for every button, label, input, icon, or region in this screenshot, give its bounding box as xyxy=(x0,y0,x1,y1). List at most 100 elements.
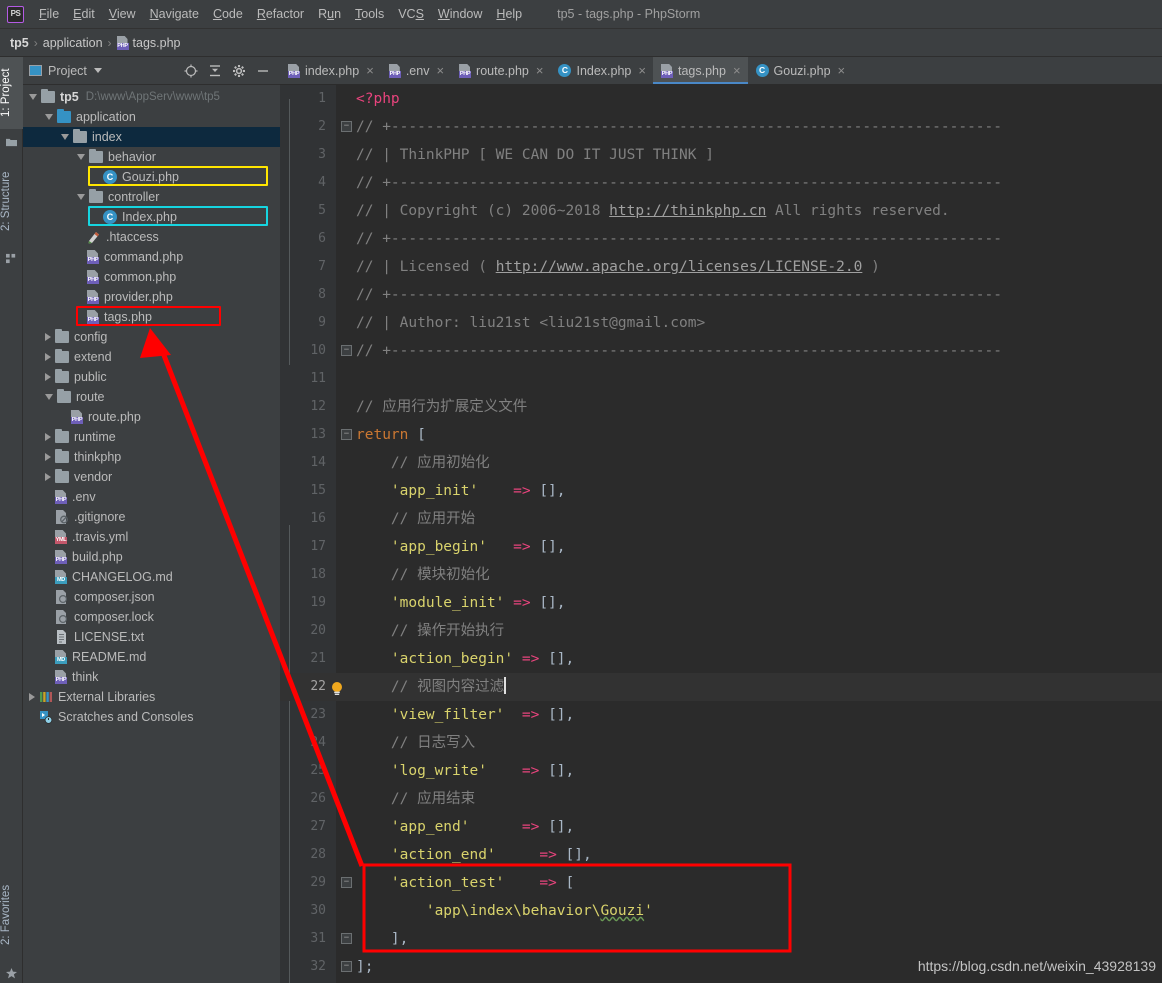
tree-item-index[interactable]: index xyxy=(23,127,280,147)
tree-item-travis-yml[interactable]: YML .travis.yml xyxy=(23,527,280,547)
code-line-29[interactable]: 29 − 'action_test' => [ xyxy=(280,869,1162,897)
tree-twisty-open-icon[interactable] xyxy=(77,194,85,200)
fold-toggle-open-icon[interactable]: − xyxy=(341,877,352,888)
tree-item-htaccess[interactable]: .htaccess xyxy=(23,227,280,247)
tree-item-provider-php[interactable]: PHP provider.php xyxy=(23,287,280,307)
code-line-2[interactable]: 2 −// +----------------------------------… xyxy=(280,113,1162,141)
menu-item-file[interactable]: File xyxy=(32,4,66,24)
tree-item-license-txt[interactable]: LICENSE.txt xyxy=(23,627,280,647)
tree-twisty-open-icon[interactable] xyxy=(61,134,69,140)
code-line-26[interactable]: 26 // 应用结束 xyxy=(280,785,1162,813)
code-line-1[interactable]: 1 <?php xyxy=(280,85,1162,113)
code-line-6[interactable]: 6 // +-----------------------------------… xyxy=(280,225,1162,253)
tree-item-runtime[interactable]: runtime xyxy=(23,427,280,447)
code-line-25[interactable]: 25 'log_write' => [], xyxy=(280,757,1162,785)
tree-twisty-closed-icon[interactable] xyxy=(45,433,51,441)
editor-tab-route-php[interactable]: PHP route.php × xyxy=(451,57,550,84)
tree-item-gitignore[interactable]: .gitignore xyxy=(23,507,280,527)
tree-twisty-open-icon[interactable] xyxy=(77,154,85,160)
tree-item-vendor[interactable]: vendor xyxy=(23,467,280,487)
editor-tab-gouzi-php[interactable]: C Gouzi.php × xyxy=(748,57,853,84)
tree-item-config[interactable]: config xyxy=(23,327,280,347)
tree-item-controller[interactable]: controller xyxy=(23,187,280,207)
code-line-27[interactable]: 27 'app_end' => [], xyxy=(280,813,1162,841)
menu-item-run[interactable]: Run xyxy=(311,4,348,24)
code-editor[interactable]: 1 <?php 2−// +----------------------------… xyxy=(280,85,1162,983)
tree-item-tp5[interactable]: tp5 D:\www\AppServ\www\tp5 xyxy=(23,87,280,107)
fold-toggle-open-icon[interactable]: − xyxy=(341,121,352,132)
code-line-23[interactable]: 23 'view_filter' => [], xyxy=(280,701,1162,729)
editor-tab-index-php[interactable]: C Index.php × xyxy=(550,57,653,84)
gear-icon[interactable] xyxy=(232,64,246,78)
tree-twisty-closed-icon[interactable] xyxy=(45,353,51,361)
close-icon[interactable]: × xyxy=(536,64,544,77)
tree-item-composer-lock[interactable]: composer.lock xyxy=(23,607,280,627)
code-line-15[interactable]: 15 'app_init' => [], xyxy=(280,477,1162,505)
menu-item-navigate[interactable]: Navigate xyxy=(143,4,206,24)
tree-item-composer-json[interactable]: composer.json xyxy=(23,587,280,607)
code-line-11[interactable]: 11 xyxy=(280,365,1162,393)
code-line-3[interactable]: 3 // | ThinkPHP [ WE CAN DO IT JUST THINK… xyxy=(280,141,1162,169)
tree-item-tags-php[interactable]: PHP tags.php xyxy=(23,307,280,327)
tree-item-changelog-md[interactable]: MD CHANGELOG.md xyxy=(23,567,280,587)
close-icon[interactable]: × xyxy=(733,64,741,77)
menu-item-help[interactable]: Help xyxy=(489,4,529,24)
tree-item-scratches-and-consoles[interactable]: Scratches and Consoles xyxy=(23,707,280,727)
code-line-4[interactable]: 4 // +-----------------------------------… xyxy=(280,169,1162,197)
code-line-12[interactable]: 12 // 应用行为扩展定义文件 xyxy=(280,393,1162,421)
tree-item-command-php[interactable]: PHP command.php xyxy=(23,247,280,267)
tree-item-behavior[interactable]: behavior xyxy=(23,147,280,167)
tree-item-route-php[interactable]: PHP route.php xyxy=(23,407,280,427)
code-line-20[interactable]: 20 // 操作开始执行 xyxy=(280,617,1162,645)
code-line-5[interactable]: 5 // | Copyright (c) 2006~2018 http://thi… xyxy=(280,197,1162,225)
tree-item-public[interactable]: public xyxy=(23,367,280,387)
menu-item-view[interactable]: View xyxy=(102,4,143,24)
fold-toggle-close-icon[interactable]: − xyxy=(341,961,352,972)
tool-tab-structure[interactable]: 2: Structure xyxy=(0,157,23,245)
code-line-21[interactable]: 21 'action_begin' => [], xyxy=(280,645,1162,673)
tree-twisty-closed-icon[interactable] xyxy=(29,693,35,701)
fold-toggle-close-icon[interactable]: − xyxy=(341,933,352,944)
close-icon[interactable]: × xyxy=(436,64,444,77)
editor-tab-index-php[interactable]: PHP index.php × xyxy=(280,57,381,84)
tree-item-route[interactable]: route xyxy=(23,387,280,407)
editor-tab-bar[interactable]: PHP index.php × PHP .env × PHP route.php × C Index… xyxy=(280,57,1162,85)
tree-twisty-closed-icon[interactable] xyxy=(45,473,51,481)
fold-toggle-open-icon[interactable]: − xyxy=(341,429,352,440)
breadcrumb-item-file[interactable]: tags.php xyxy=(133,36,181,50)
menu-item-edit[interactable]: Edit xyxy=(66,4,102,24)
code-line-19[interactable]: 19 'module_init' => [], xyxy=(280,589,1162,617)
tree-item-think[interactable]: PHP think xyxy=(23,667,280,687)
code-line-14[interactable]: 14 // 应用初始化 xyxy=(280,449,1162,477)
tree-item-env[interactable]: PHP .env xyxy=(23,487,280,507)
code-line-31[interactable]: 31 − ], xyxy=(280,925,1162,953)
menu-item-window[interactable]: Window xyxy=(431,4,489,24)
tree-twisty-closed-icon[interactable] xyxy=(45,373,51,381)
fold-toggle-close-icon[interactable]: − xyxy=(341,345,352,356)
locate-icon[interactable] xyxy=(184,64,198,78)
close-icon[interactable]: × xyxy=(838,64,846,77)
code-line-10[interactable]: 10 −// +---------------------------------… xyxy=(280,337,1162,365)
code-line-28[interactable]: 28 'action_end' => [], xyxy=(280,841,1162,869)
tree-item-extend[interactable]: extend xyxy=(23,347,280,367)
code-line-13[interactable]: 13 − return [ xyxy=(280,421,1162,449)
tree-item-application[interactable]: application xyxy=(23,107,280,127)
tree-twisty-open-icon[interactable] xyxy=(45,114,53,120)
code-line-17[interactable]: 17 'app_begin' => [], xyxy=(280,533,1162,561)
project-tree[interactable]: tp5 D:\www\AppServ\www\tp5 application inde… xyxy=(23,85,280,983)
menu-item-code[interactable]: Code xyxy=(206,4,250,24)
code-line-22[interactable]: 22 // 视图内容过滤 xyxy=(280,673,1162,701)
code-line-24[interactable]: 24 // 日志写入 xyxy=(280,729,1162,757)
tree-item-external-libraries[interactable]: External Libraries xyxy=(23,687,280,707)
breadcrumb-item-application[interactable]: application xyxy=(43,36,103,50)
tree-item-gouzi-php[interactable]: C Gouzi.php xyxy=(23,167,280,187)
menu-item-tools[interactable]: Tools xyxy=(348,4,391,24)
code-line-16[interactable]: 16 // 应用开始 xyxy=(280,505,1162,533)
code-line-9[interactable]: 9 // | Author: liu21st <liu21st@gmail.com… xyxy=(280,309,1162,337)
menu-item-refactor[interactable]: Refactor xyxy=(250,4,311,24)
breadcrumb-item-project[interactable]: tp5 xyxy=(10,36,29,50)
code-line-30[interactable]: 30 'app\index\behavior\Gouzi' xyxy=(280,897,1162,925)
tree-twisty-open-icon[interactable] xyxy=(29,94,37,100)
tool-tab-project[interactable]: 1: Project xyxy=(0,57,23,129)
close-icon[interactable]: × xyxy=(366,64,374,77)
